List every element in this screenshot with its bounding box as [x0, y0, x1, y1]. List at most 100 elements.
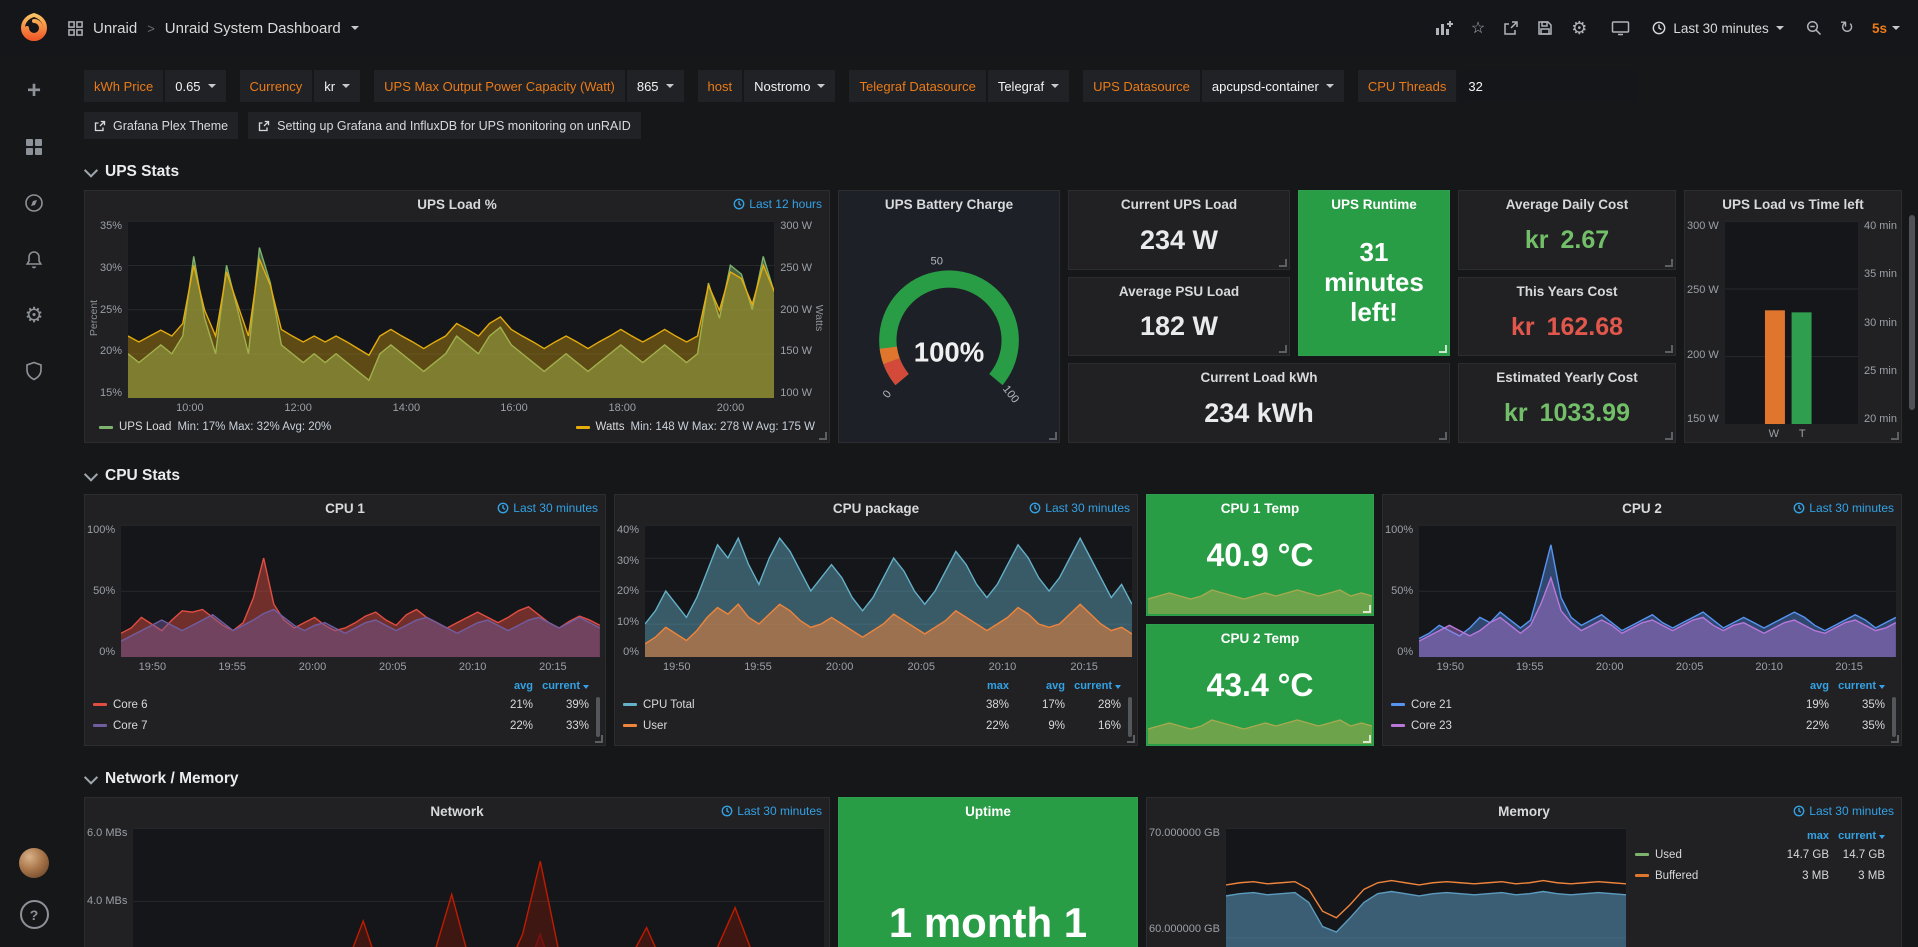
alerting-bell-icon[interactable] — [21, 246, 47, 272]
variable-value-dropdown[interactable]: kr — [314, 70, 360, 102]
variable-host[interactable]: host Nostromo — [698, 70, 836, 102]
save-icon[interactable] — [1537, 20, 1553, 36]
variable-telegraf-datasource[interactable]: Telegraf Datasource Telegraf — [849, 70, 1069, 102]
legend-column-header-sorted[interactable]: current — [1829, 830, 1885, 842]
legend-scrollbar[interactable] — [596, 697, 600, 737]
legend-column-header[interactable]: avg — [1009, 680, 1065, 692]
panel-time-override[interactable]: Last 30 minutes — [1793, 804, 1894, 818]
legend-scrollbar[interactable] — [1128, 697, 1132, 737]
variable-value-dropdown[interactable]: Nostromo — [744, 70, 835, 102]
legend-series[interactable]: Core 23 — [1391, 720, 1773, 732]
panel-time-override[interactable]: Last 30 minutes — [497, 501, 598, 515]
legend-series[interactable]: User — [623, 720, 953, 732]
zoom-out-icon[interactable] — [1806, 20, 1822, 36]
star-icon[interactable]: ☆ — [1471, 18, 1485, 38]
refresh-interval-caret — [1892, 26, 1900, 30]
variable-value-dropdown[interactable]: apcupsd-container — [1202, 70, 1344, 102]
variable-ups-datasource[interactable]: UPS Datasource apcupsd-container — [1083, 70, 1344, 102]
legend-series-ups-load[interactable]: UPS Load Min: 17% Max: 32% Avg: 20% — [99, 421, 331, 433]
panel-title[interactable]: Current Load kWh — [1201, 370, 1318, 385]
navbar-actions: ☆ ⚙ Last 30 minutes ↻ 5s — [1435, 15, 1918, 42]
legend-series[interactable]: Used — [1635, 849, 1773, 861]
cpu1-chart[interactable] — [120, 524, 601, 658]
panel-title[interactable]: UPS Load % — [417, 197, 497, 212]
time-range-picker[interactable]: Last 30 minutes — [1648, 15, 1787, 42]
memory-chart[interactable] — [1225, 827, 1627, 947]
panel-title[interactable]: Average Daily Cost — [1506, 197, 1629, 212]
panel-title[interactable]: Uptime — [965, 804, 1011, 819]
explore-compass-icon[interactable] — [21, 190, 47, 216]
panel-time-override[interactable]: Last 12 hours — [733, 197, 822, 211]
panel-title[interactable]: UPS Battery Charge — [885, 197, 1013, 212]
page-scrollbar[interactable] — [1909, 215, 1915, 410]
variable-ups-max-power[interactable]: UPS Max Output Power Capacity (Watt) 865 — [374, 70, 683, 102]
variable-currency[interactable]: Currency kr — [240, 70, 361, 102]
legend-column-header[interactable]: avg — [1773, 680, 1829, 692]
create-plus-icon[interactable]: + — [21, 78, 47, 104]
panel-title[interactable]: CPU 2 — [1622, 501, 1662, 516]
legend-series[interactable]: CPU Total — [623, 699, 953, 711]
refresh-interval-dropdown[interactable]: 5s — [1872, 21, 1900, 36]
server-admin-shield-icon[interactable] — [21, 358, 47, 384]
panel-time-override[interactable]: Last 30 minutes — [721, 804, 822, 818]
dashboard-link[interactable]: Setting up Grafana and InfluxDB for UPS … — [248, 112, 641, 139]
ups-load-vs-time-chart[interactable] — [1724, 220, 1859, 425]
panel-title[interactable]: This Years Cost — [1516, 284, 1617, 299]
legend-series-watts[interactable]: Watts Min: 148 W Max: 278 W Avg: 175 W — [576, 421, 815, 433]
template-variables-row: kWh Price 0.65 Currency kr UPS Max Outpu… — [84, 70, 1902, 102]
variable-kwh-price[interactable]: kWh Price 0.65 — [84, 70, 226, 102]
variable-value-dropdown[interactable]: Telegraf — [988, 70, 1069, 102]
share-icon[interactable] — [1503, 20, 1519, 36]
legend-series[interactable]: Buffered — [1635, 870, 1773, 882]
cpu-threads-input[interactable]: 32 — [1458, 70, 1638, 102]
breadcrumb-app[interactable]: Unraid — [93, 20, 137, 37]
cpu2-chart[interactable] — [1418, 524, 1897, 658]
panel-title[interactable]: CPU package — [833, 501, 919, 516]
variable-value-dropdown[interactable]: 0.65 — [165, 70, 225, 102]
legend-series[interactable]: Core 21 — [1391, 699, 1773, 711]
section-header-cpu-stats[interactable]: CPU Stats — [86, 467, 1902, 485]
legend-series[interactable]: Core 6 — [93, 699, 477, 711]
legend-column-header[interactable]: max — [1773, 830, 1829, 842]
cpu-package-chart[interactable] — [644, 524, 1133, 658]
panel-title[interactable]: Estimated Yearly Cost — [1496, 370, 1638, 385]
settings-gear-icon[interactable]: ⚙ — [1571, 18, 1587, 39]
legend-column-header[interactable]: avg — [477, 680, 533, 692]
legend-column-header-sorted[interactable]: current — [1829, 680, 1885, 692]
variable-value-dropdown[interactable]: 865 — [627, 70, 684, 102]
help-icon[interactable]: ? — [20, 900, 49, 929]
dashboard-dropdown-caret[interactable] — [351, 26, 359, 30]
legend-column-header-sorted[interactable]: current — [1065, 680, 1121, 692]
panel-title[interactable]: CPU 1 — [325, 501, 365, 516]
legend-column-header-sorted[interactable]: current — [533, 680, 589, 692]
refresh-icon[interactable]: ↻ — [1840, 18, 1854, 38]
panel-title[interactable]: Current UPS Load — [1121, 197, 1237, 212]
add-panel-icon[interactable] — [1435, 20, 1453, 36]
legend-column-header[interactable]: max — [953, 680, 1009, 692]
dashboard-link[interactable]: Grafana Plex Theme — [84, 112, 238, 139]
cycle-view-monitor-icon[interactable] — [1611, 20, 1630, 36]
panel-title[interactable]: Network — [430, 804, 483, 819]
user-avatar[interactable] — [19, 848, 49, 878]
panel-title[interactable]: Memory — [1498, 804, 1550, 819]
panel-title[interactable]: CPU 2 Temp — [1221, 631, 1300, 646]
dashboards-icon[interactable] — [21, 134, 47, 160]
network-chart[interactable] — [132, 827, 825, 947]
section-header-ups-stats[interactable]: UPS Stats — [86, 163, 1902, 181]
legend-series[interactable]: Core 7 — [93, 720, 477, 732]
panel-time-override[interactable]: Last 30 minutes — [1793, 501, 1894, 515]
panel-title[interactable]: UPS Runtime — [1331, 197, 1417, 212]
configuration-gear-icon[interactable]: ⚙ — [21, 302, 47, 328]
grafana-logo-icon[interactable] — [0, 13, 68, 43]
legend-scrollbar[interactable] — [1892, 697, 1896, 737]
section-header-network-memory[interactable]: Network / Memory — [86, 770, 1902, 788]
panel-title[interactable]: CPU 1 Temp — [1221, 501, 1300, 516]
variable-cpu-threads[interactable]: CPU Threads 32 — [1358, 70, 1639, 102]
panel-title[interactable]: UPS Load vs Time left — [1722, 197, 1864, 212]
ups-load-chart[interactable] — [127, 220, 775, 399]
panel-time-override[interactable]: Last 30 minutes — [1029, 501, 1130, 515]
apps-grid-icon[interactable] — [68, 21, 83, 36]
page-title[interactable]: Unraid System Dashboard — [165, 20, 341, 37]
panel-title[interactable]: Average PSU Load — [1119, 284, 1239, 299]
stat-value: 182 W — [1069, 305, 1289, 356]
